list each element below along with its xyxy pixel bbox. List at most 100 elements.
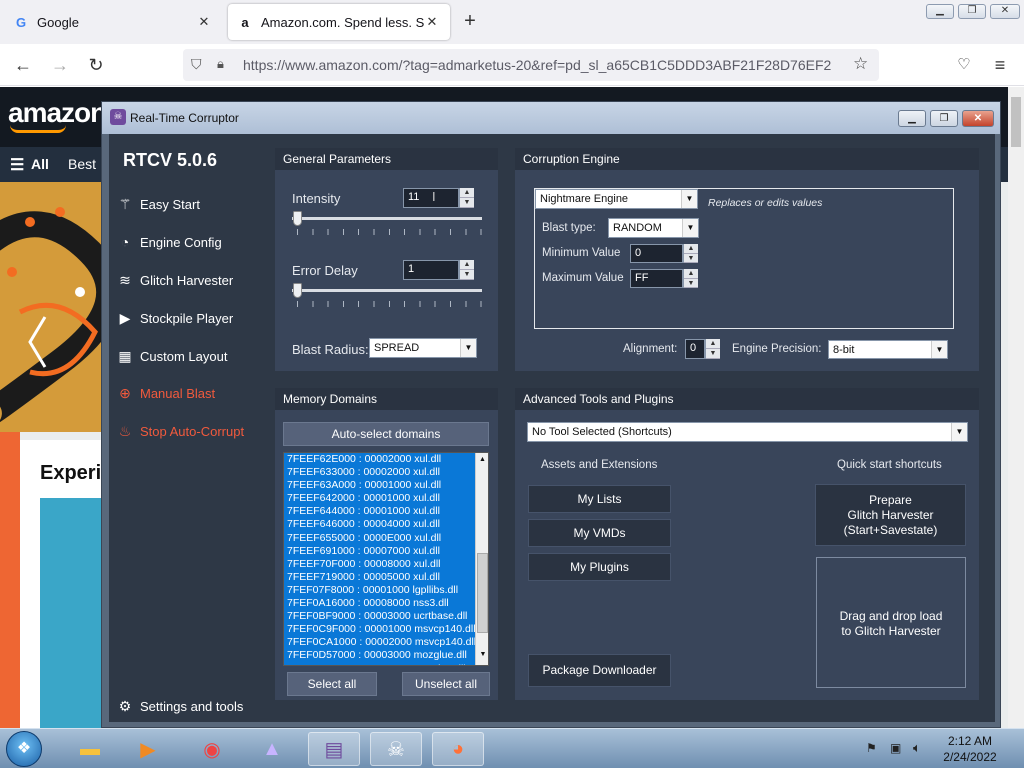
list-item[interactable]: 7FEF0D57000 : 00003000 mozglue.dll — [284, 649, 488, 663]
forward-arrow-icon[interactable]: → — [47, 52, 73, 78]
list-scrollbar-thumb[interactable] — [477, 553, 488, 633]
error-delay-slider-thumb[interactable] — [293, 283, 302, 298]
shield-icon[interactable]: ⛉ — [191, 56, 202, 73]
pocket-icon[interactable]: ♡ — [951, 52, 977, 78]
bookmark-star-icon[interactable]: ☆ — [853, 54, 868, 74]
list-item[interactable]: 7FEEF63A000 : 00001000 xul.dll — [284, 479, 488, 493]
rtcv-launcher-taskbar-button[interactable]: ▲ — [246, 732, 298, 766]
experience-image[interactable] — [40, 498, 110, 728]
action-center-icon[interactable]: ⚑ — [866, 741, 877, 755]
error-delay-input[interactable]: 1 — [403, 260, 459, 280]
intensity-input[interactable]: 11 I — [403, 188, 459, 208]
list-item[interactable]: 7FEEF70F000 : 00008000 xul.dll — [284, 557, 488, 571]
my-plugins-button[interactable]: My Plugins — [528, 553, 671, 581]
list-item[interactable]: 7FEEF642000 : 00001000 xul.dll — [284, 492, 488, 506]
url-bar[interactable]: ⛉ 🔒︎ https://www.amazon.com/?tag=admarke… — [183, 49, 879, 81]
explorer-taskbar-button[interactable]: ▬ — [64, 732, 116, 766]
sidebar-item-manual-blast[interactable]: ⊕ Manual Blast — [117, 378, 215, 408]
alignment-input[interactable]: 0 — [685, 339, 705, 359]
hamburger-icon[interactable]: ☰ — [10, 155, 24, 175]
engine-dropdown[interactable]: Nightmare Engine ▼ — [535, 189, 698, 209]
back-arrow-icon[interactable]: ← — [10, 52, 36, 78]
tool-select-dropdown[interactable]: No Tool Selected (Shortcuts) ▼ — [527, 422, 968, 442]
list-item[interactable]: 7FEEF719000 : 00005000 xul.dll — [284, 570, 488, 584]
corruption-engine-panel: Corruption Engine Nightmare Engine ▼ Rep… — [515, 148, 979, 371]
sidebar-item-custom-layout[interactable]: ▦ Custom Layout — [117, 341, 227, 371]
list-item[interactable]: 7FEEF62E000 : 00002000 xul.dll — [284, 453, 488, 467]
close-browser-button[interactable]: ✕ — [990, 4, 1020, 19]
minimize-window-button[interactable]: ▁ — [898, 110, 926, 127]
error-delay-spinner[interactable]: ▲ ▼ — [459, 260, 474, 280]
intensity-slider-thumb[interactable] — [293, 211, 302, 226]
maximum-value-spinner[interactable]: ▲ ▼ — [683, 269, 698, 288]
start-button[interactable]: ❖ — [6, 731, 42, 767]
list-item[interactable]: 7FEEF644000 : 00001000 xul.dll — [284, 505, 488, 519]
auto-select-domains-button[interactable]: Auto-select domains — [283, 422, 489, 446]
list-item[interactable]: 7FEF0BF9000 : 00003000 ucrtbase.dll — [284, 610, 488, 624]
list-item[interactable]: 7FEEF646000 : 00004000 xul.dll — [284, 518, 488, 532]
settings-and-tools[interactable]: ⚙ Settings and tools — [117, 691, 244, 721]
maximize-browser-button[interactable]: ❐ — [958, 4, 986, 19]
alignment-spinner[interactable]: ▲ ▼ — [705, 339, 720, 359]
sidebar-item-glitch-harvester[interactable]: ≋ Glitch Harvester — [117, 265, 233, 295]
scroll-down-icon[interactable]: ▼ — [476, 651, 488, 658]
package-downloader-button[interactable]: Package Downloader — [528, 654, 671, 687]
chrome-taskbar-button[interactable]: ◉ — [186, 732, 238, 766]
panel-header: Corruption Engine — [515, 148, 979, 170]
list-item[interactable]: 7FEF0CA1000 : 00002000 msvcp140.dll — [284, 636, 488, 650]
list-item[interactable]: 7FEF0C9F000 : 00001000 msvcp140.dll — [284, 623, 488, 637]
reload-icon[interactable]: ↻ — [83, 52, 109, 78]
nav-best-link[interactable]: Best — [68, 156, 96, 172]
list-item[interactable]: 7FEF0F61000 : 00001000 mozglue.dll — [284, 662, 488, 665]
volume-icon[interactable]: 🔈︎ — [913, 740, 921, 756]
minimum-value-input[interactable]: 0 — [630, 244, 683, 263]
rtcv-titlebar[interactable]: ☠ Real-Time Corruptor ▁ ❐ ✕ — [102, 102, 1000, 134]
minimum-value-spinner[interactable]: ▲ ▼ — [683, 244, 698, 263]
my-lists-button[interactable]: My Lists — [528, 485, 671, 513]
close-tab-icon[interactable]: ✕ — [424, 14, 440, 30]
list-scrollbar[interactable]: ▲ ▼ — [475, 453, 488, 665]
maximize-window-button[interactable]: ❐ — [930, 110, 958, 127]
list-item[interactable]: 7FEF07F8000 : 00001000 lgpllibs.dll — [284, 583, 488, 598]
close-window-button[interactable]: ✕ — [962, 110, 994, 127]
unselect-all-button[interactable]: Unselect all — [402, 672, 490, 696]
sidebar-item-stockpile-player[interactable]: ▶ Stockpile Player — [117, 303, 234, 333]
drag-drop-zone[interactable]: Drag and drop load to Glitch Harvester — [816, 557, 966, 688]
sidebar-item-easy-start[interactable]: ⚚ Easy Start — [117, 189, 200, 219]
maximum-value-input[interactable]: FF — [630, 269, 683, 288]
media-player-taskbar-button[interactable]: ▶ — [122, 732, 174, 766]
list-item[interactable]: 7FEF0A16000 : 00008000 nss3.dll — [284, 597, 488, 611]
prepare-glitch-harvester-button[interactable]: Prepare Glitch Harvester (Start+Savestat… — [815, 484, 966, 546]
error-delay-slider-track[interactable] — [292, 289, 482, 292]
system-clock[interactable]: 2:12 AM 2/24/2022 — [935, 733, 1005, 765]
list-item[interactable]: 7FEEF655000 : 0000E000 xul.dll — [284, 531, 488, 545]
page-scrollbar[interactable] — [1008, 87, 1024, 728]
my-vmds-button[interactable]: My VMDs — [528, 519, 671, 547]
url-text[interactable]: https://www.amazon.com/?tag=admarketus-2… — [243, 49, 831, 81]
select-all-button[interactable]: Select all — [287, 672, 377, 696]
lock-icon[interactable]: 🔒︎ — [217, 56, 224, 72]
rtcv-taskbar-button[interactable]: ▤ — [308, 732, 360, 766]
engine-precision-dropdown[interactable]: 8-bit ▼ — [828, 340, 948, 359]
minimize-browser-button[interactable]: ▁ — [926, 4, 954, 19]
page-scrollbar-thumb[interactable] — [1011, 97, 1021, 147]
menu-icon[interactable]: ≡ — [987, 52, 1013, 78]
scroll-up-icon[interactable]: ▲ — [476, 453, 488, 467]
corruptor-taskbar-button[interactable]: ☠ — [370, 732, 422, 766]
blast-type-dropdown[interactable]: RANDOM ▼ — [608, 218, 699, 238]
list-item[interactable]: 7FEEF691000 : 00007000 xul.dll — [284, 544, 488, 558]
intensity-spinner[interactable]: ▲ ▼ — [459, 188, 474, 208]
sidebar-item-engine-config[interactable]: ◔ Engine Config — [117, 227, 222, 257]
sidebar-item-stop-auto-corrupt[interactable]: ♨ Stop Auto-Corrupt — [117, 416, 244, 446]
nav-all-link[interactable]: All — [31, 156, 49, 172]
intensity-slider-track[interactable] — [292, 217, 482, 220]
memory-domain-list[interactable]: 7FEEF62E000 : 00002000 xul.dll 7FEEF63300… — [283, 452, 489, 666]
firefox-taskbar-button[interactable]: ◕ — [432, 732, 484, 766]
new-tab-button[interactable]: + — [458, 10, 482, 34]
blast-radius-dropdown[interactable]: SPREAD ▼ — [369, 338, 477, 358]
tab-amazon[interactable]: a Amazon.com. Spend less. Smile ✕ — [228, 4, 450, 40]
close-tab-icon[interactable]: ✕ — [196, 14, 212, 30]
network-icon[interactable]: ▣ — [890, 741, 901, 755]
tab-google[interactable]: G Google ✕ — [4, 4, 222, 40]
list-item[interactable]: 7FEEF633000 : 00002000 xul.dll — [284, 466, 488, 480]
